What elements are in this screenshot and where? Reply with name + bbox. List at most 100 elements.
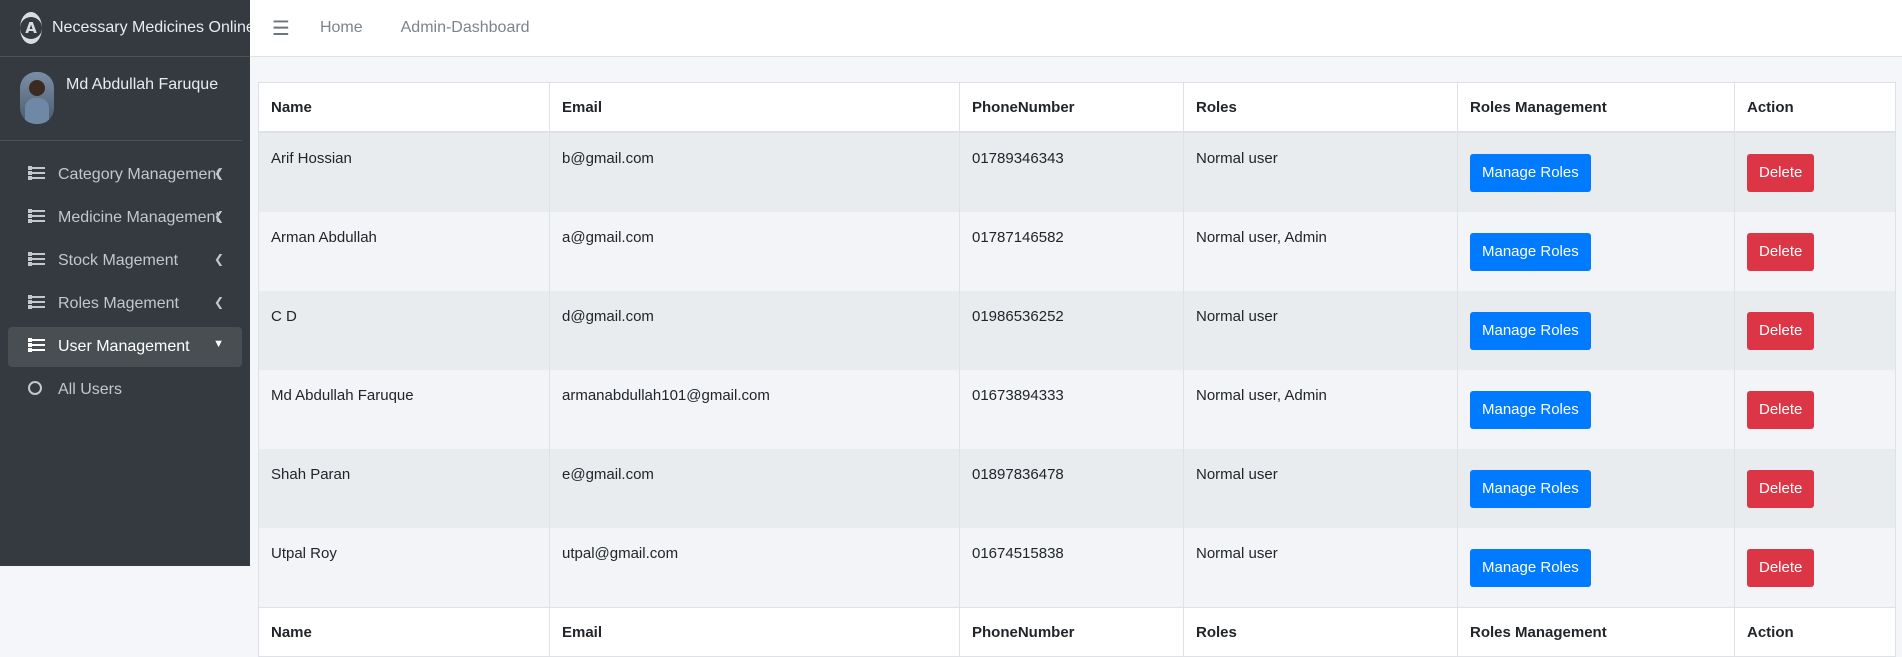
manage-roles-button[interactable]: Manage Roles xyxy=(1470,153,1591,192)
cell-roles: Normal user, Admin xyxy=(1183,370,1458,449)
delete-button[interactable]: Delete xyxy=(1747,153,1815,192)
column-header-name[interactable]: Name xyxy=(259,83,550,133)
cell-roles: Normal user, Admin xyxy=(1183,212,1458,291)
column-header-roles-management[interactable]: Roles Management xyxy=(1457,83,1735,133)
column-footer-email: Email xyxy=(549,607,960,656)
sidebar-item-all-users[interactable]: All Users xyxy=(8,370,242,410)
cell-phone: 01789346343 xyxy=(959,132,1184,212)
users-table-card: Name Email PhoneNumber Roles Roles Manag… xyxy=(258,82,1896,657)
cell-phone: 01897836478 xyxy=(959,449,1184,528)
list-icon xyxy=(28,251,46,271)
chevron-left-icon: ❮ xyxy=(213,209,224,223)
column-header-roles[interactable]: Roles xyxy=(1183,83,1458,133)
list-icon xyxy=(28,337,46,357)
table-row: Arman Abdullah a@gmail.com 01787146582 Norm… xyxy=(259,212,1895,291)
column-footer-roles-management: Roles Management xyxy=(1457,607,1735,656)
sidebar-item-label: Stock Magement xyxy=(58,252,179,269)
table-row: Shah Paran e@gmail.com 01897836478 Normal u… xyxy=(259,449,1895,528)
table-footer-row: Name Email PhoneNumber Roles Roles Manag… xyxy=(259,607,1895,656)
delete-button[interactable]: Delete xyxy=(1747,548,1815,587)
cell-email: a@gmail.com xyxy=(549,212,960,291)
delete-button[interactable]: Delete xyxy=(1747,232,1815,271)
delete-button[interactable]: Delete xyxy=(1747,311,1815,350)
cell-roles-management: Manage Roles xyxy=(1457,132,1735,212)
cell-name: Utpal Roy xyxy=(259,528,550,608)
delete-button[interactable]: Delete xyxy=(1747,390,1815,429)
manage-roles-button[interactable]: Manage Roles xyxy=(1470,469,1591,508)
sidebar-item-roles-management[interactable]: Roles Magement ❮ xyxy=(8,284,242,324)
brand-logo: A xyxy=(20,12,42,44)
table-row: Arif Hossian b@gmail.com 01789346343 Normal… xyxy=(259,132,1895,212)
cell-action: Delete xyxy=(1735,132,1896,212)
users-table: Name Email PhoneNumber Roles Roles Manag… xyxy=(259,83,1895,656)
cell-roles: Normal user xyxy=(1183,528,1458,608)
list-icon xyxy=(28,294,46,314)
nav-link-home[interactable]: Home xyxy=(320,19,363,37)
chevron-left-icon: ❮ xyxy=(213,166,224,180)
table-row: Utpal Roy utpal@gmail.com 01674515838 Norma… xyxy=(259,528,1895,608)
cell-action: Delete xyxy=(1735,370,1896,449)
brand-link[interactable]: A Necessary Medicines Online xyxy=(0,0,255,57)
column-footer-roles: Roles xyxy=(1183,607,1458,656)
sidebar: A Necessary Medicines Online Md Abdullah… xyxy=(0,0,255,566)
cell-name: C D xyxy=(259,291,550,370)
manage-roles-button[interactable]: Manage Roles xyxy=(1470,232,1591,271)
sidebar-item-user-management[interactable]: User Management ▼ xyxy=(8,327,242,367)
cell-name: Shah Paran xyxy=(259,449,550,528)
circle-icon xyxy=(28,380,46,400)
cell-name: Md Abdullah Faruque xyxy=(259,370,550,449)
cell-action: Delete xyxy=(1735,449,1896,528)
chevron-left-icon: ❮ xyxy=(213,252,224,266)
cell-roles-management: Manage Roles xyxy=(1457,528,1735,608)
sidebar-item-label: User Management xyxy=(58,338,190,355)
manage-roles-button[interactable]: Manage Roles xyxy=(1470,311,1591,350)
column-footer-phone: PhoneNumber xyxy=(959,607,1184,656)
sidebar-item-medicine-management[interactable]: Medicine Management ❮ xyxy=(8,198,242,238)
cell-phone: 01673894333 xyxy=(959,370,1184,449)
delete-button[interactable]: Delete xyxy=(1747,469,1815,508)
nav-link-admin-dashboard[interactable]: Admin-Dashboard xyxy=(401,19,530,37)
list-icon xyxy=(28,208,46,228)
cell-phone: 01986536252 xyxy=(959,291,1184,370)
cell-action: Delete xyxy=(1735,212,1896,291)
cell-roles: Normal user xyxy=(1183,449,1458,528)
chevron-down-icon: ▼ xyxy=(213,338,224,350)
column-footer-action: Action xyxy=(1734,607,1895,656)
cell-roles-management: Manage Roles xyxy=(1457,449,1735,528)
sidebar-item-category-management[interactable]: Category Management ❮ xyxy=(8,155,242,195)
manage-roles-button[interactable]: Manage Roles xyxy=(1470,548,1591,587)
column-header-phone[interactable]: PhoneNumber xyxy=(959,83,1184,133)
cell-phone: 01674515838 xyxy=(959,528,1184,608)
chevron-left-icon: ❮ xyxy=(213,295,224,309)
sidebar-item-label: Medicine Management xyxy=(58,209,220,226)
sidebar-item-label: All Users xyxy=(58,381,123,398)
topbar: ☰ Home Admin-Dashboard xyxy=(250,0,1902,57)
cell-phone: 01787146582 xyxy=(959,212,1184,291)
cell-email: e@gmail.com xyxy=(549,449,960,528)
cell-name: Arif Hossian xyxy=(259,132,550,212)
cell-email: b@gmail.com xyxy=(549,132,960,212)
table-header-row: Name Email PhoneNumber Roles Roles Manag… xyxy=(259,83,1895,133)
cell-roles: Normal user xyxy=(1183,291,1458,370)
column-header-email[interactable]: Email xyxy=(549,83,960,133)
cell-email: utpal@gmail.com xyxy=(549,528,960,608)
cell-roles-management: Manage Roles xyxy=(1457,212,1735,291)
list-icon xyxy=(28,165,46,185)
cell-name: Arman Abdullah xyxy=(259,212,550,291)
column-header-action[interactable]: Action xyxy=(1734,83,1895,133)
brand-name: Necessary Medicines Online xyxy=(52,19,255,36)
cell-roles-management: Manage Roles xyxy=(1457,291,1735,370)
manage-roles-button[interactable]: Manage Roles xyxy=(1470,390,1591,429)
cell-roles-management: Manage Roles xyxy=(1457,370,1735,449)
sidebar-nav: Category Management ❮ Medicine Managemen… xyxy=(0,155,250,410)
hamburger-icon[interactable]: ☰ xyxy=(272,16,290,41)
cell-action: Delete xyxy=(1735,291,1896,370)
sidebar-item-label: Category Management xyxy=(58,166,221,183)
table-row: C Dd@gmail.com 01986536252 Normal user Mana… xyxy=(259,291,1895,370)
cell-email: armanabdullah101@gmail.com xyxy=(549,370,960,449)
avatar xyxy=(20,72,54,124)
sidebar-item-stock-management[interactable]: Stock Magement ❮ xyxy=(8,241,242,281)
user-name[interactable]: Md Abdullah Faruque xyxy=(66,76,218,94)
user-panel: Md Abdullah Faruque xyxy=(0,57,242,141)
cell-email: d@gmail.com xyxy=(549,291,960,370)
